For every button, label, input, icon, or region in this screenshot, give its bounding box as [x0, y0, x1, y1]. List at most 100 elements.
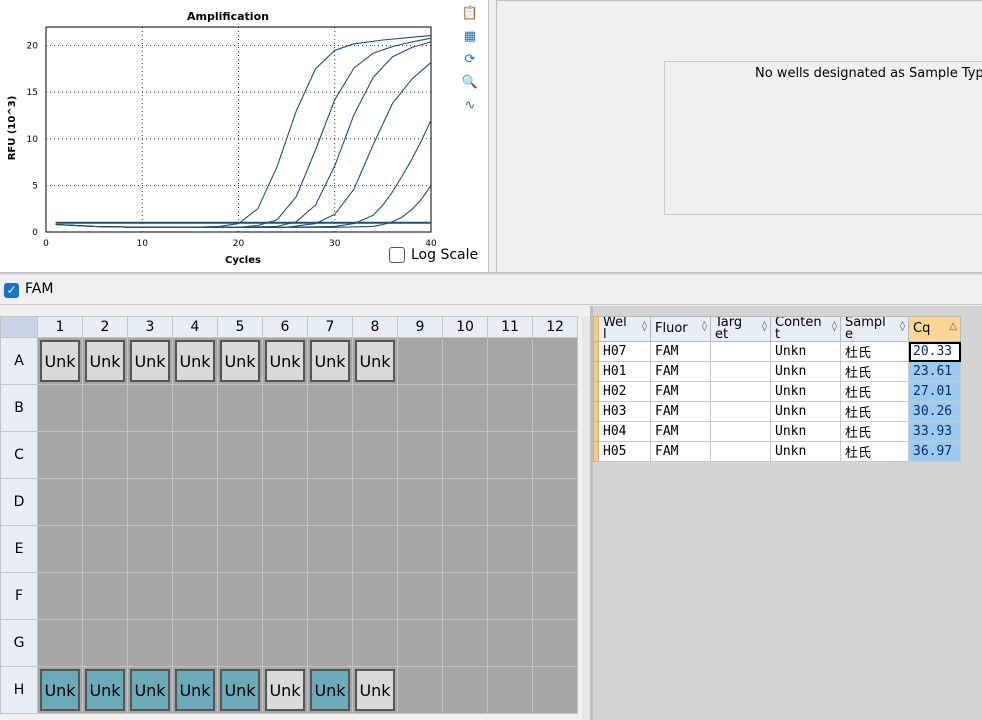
plate-well[interactable] [397, 431, 443, 479]
cell-content[interactable]: Unkn [770, 341, 841, 362]
plate-well[interactable]: Unk [217, 337, 263, 385]
amplification-curve-4[interactable] [55, 119, 432, 228]
plate-well[interactable] [532, 478, 578, 526]
cell-target[interactable] [710, 381, 771, 402]
copy-icon[interactable]: 📋 [460, 4, 480, 22]
results-column-header[interactable]: Targ et ◊ [710, 316, 771, 342]
plate-well[interactable] [397, 478, 443, 526]
cell-sample[interactable]: 杜氏 [840, 441, 909, 462]
cell-fluor[interactable]: FAM [650, 361, 711, 382]
plate-well[interactable] [442, 525, 488, 573]
results-column-header[interactable]: Fluor ◊ [650, 316, 711, 342]
cell-fluor[interactable]: FAM [650, 421, 711, 442]
plate-well[interactable] [487, 478, 533, 526]
plate-well[interactable] [442, 337, 488, 385]
plate-well[interactable] [82, 619, 128, 667]
plate-well[interactable] [352, 619, 398, 667]
plate-well[interactable] [532, 431, 578, 479]
cell-fluor[interactable]: FAM [650, 381, 711, 402]
plate-well[interactable] [487, 337, 533, 385]
cell-cq[interactable]: 20.33 [908, 341, 961, 362]
plate-well[interactable] [172, 384, 218, 432]
table-row[interactable]: H03 FAM Unkn 杜氏 30.26 [593, 401, 961, 422]
plate-well[interactable] [82, 572, 128, 620]
plate-column-header[interactable]: 2 [82, 316, 128, 338]
plate-well[interactable] [487, 384, 533, 432]
sort-icon[interactable]: ◊ [762, 321, 767, 333]
export-icon[interactable]: ▦ [460, 27, 480, 45]
plate-well[interactable] [217, 431, 263, 479]
plate-well[interactable] [82, 478, 128, 526]
well-content-chip[interactable]: Unk [220, 669, 260, 711]
cell-sample[interactable]: 杜氏 [840, 341, 909, 362]
cell-cq[interactable]: 27.01 [908, 381, 961, 402]
plate-column-header[interactable]: 7 [307, 316, 353, 338]
plate-well[interactable] [172, 431, 218, 479]
sort-icon[interactable]: ◊ [642, 321, 647, 333]
results-column-header[interactable]: Conten t ◊ [770, 316, 841, 342]
plate-well[interactable] [37, 384, 83, 432]
cell-target[interactable] [710, 441, 771, 462]
cell-target[interactable] [710, 421, 771, 442]
table-row[interactable]: H01 FAM Unkn 杜氏 23.61 [593, 361, 961, 382]
plate-row-header[interactable]: G [0, 619, 38, 667]
plate-well[interactable] [37, 572, 83, 620]
amplification-curve-5[interactable] [55, 185, 432, 228]
plate-well[interactable] [307, 525, 353, 573]
cell-cq[interactable]: 30.26 [908, 401, 961, 422]
amplification-curve-0[interactable] [55, 34, 432, 228]
plate-well[interactable] [172, 525, 218, 573]
cell-sample[interactable]: 杜氏 [840, 361, 909, 382]
amplification-curve-1[interactable] [55, 37, 432, 228]
well-content-chip[interactable]: Unk [220, 340, 260, 382]
plate-well[interactable] [487, 572, 533, 620]
well-content-chip[interactable]: Unk [265, 669, 305, 711]
plate-well[interactable] [37, 431, 83, 479]
sort-icon[interactable]: ◊ [702, 321, 707, 333]
cell-well[interactable]: H05 [598, 441, 651, 462]
plate-well[interactable] [397, 572, 443, 620]
cell-fluor[interactable]: FAM [650, 441, 711, 462]
plate-well[interactable] [262, 478, 308, 526]
well-content-chip[interactable]: Unk [130, 669, 170, 711]
plate-well[interactable] [127, 525, 173, 573]
table-row[interactable]: H07 FAM Unkn 杜氏 20.33 [593, 341, 961, 362]
plate-well[interactable] [127, 572, 173, 620]
plate-scrollbar[interactable] [582, 316, 590, 720]
well-content-chip[interactable]: Unk [85, 669, 125, 711]
plate-column-header[interactable]: 10 [442, 316, 488, 338]
table-row[interactable]: H04 FAM Unkn 杜氏 33.93 [593, 421, 961, 442]
plate-well[interactable]: Unk [172, 666, 218, 714]
plate-row-header[interactable]: H [0, 666, 38, 714]
plate-column-header[interactable]: 6 [262, 316, 308, 338]
plate-well[interactable] [397, 525, 443, 573]
cell-well[interactable]: H03 [598, 401, 651, 422]
table-row[interactable]: H02 FAM Unkn 杜氏 27.01 [593, 381, 961, 402]
zoom-icon[interactable]: 🔍 [460, 73, 480, 91]
well-content-chip[interactable]: Unk [40, 340, 80, 382]
refresh-icon[interactable]: ⟳ [460, 50, 480, 68]
plate-well[interactable] [442, 431, 488, 479]
results-column-header[interactable]: Sampl e ◊ [840, 316, 909, 342]
plate-well[interactable] [262, 572, 308, 620]
plate-well[interactable] [532, 572, 578, 620]
cell-well[interactable]: H01 [598, 361, 651, 382]
cell-cq[interactable]: 33.93 [908, 421, 961, 442]
cell-cq[interactable]: 23.61 [908, 361, 961, 382]
plate-well[interactable] [442, 384, 488, 432]
table-row[interactable]: H05 FAM Unkn 杜氏 36.97 [593, 441, 961, 462]
plate-well[interactable]: Unk [37, 666, 83, 714]
plate-row-header[interactable]: E [0, 525, 38, 573]
plate-well[interactable] [172, 619, 218, 667]
results-column-header[interactable]: Cq △ [908, 316, 961, 342]
cell-well[interactable]: H02 [598, 381, 651, 402]
plate-well[interactable] [307, 619, 353, 667]
plate-well[interactable] [217, 619, 263, 667]
cell-well[interactable]: H04 [598, 421, 651, 442]
plate-column-header[interactable]: 12 [532, 316, 578, 338]
plate-well[interactable]: Unk [352, 666, 398, 714]
plate-well[interactable] [352, 384, 398, 432]
cell-cq[interactable]: 36.97 [908, 441, 961, 462]
plate-well[interactable] [397, 666, 443, 714]
plate-well[interactable] [442, 478, 488, 526]
